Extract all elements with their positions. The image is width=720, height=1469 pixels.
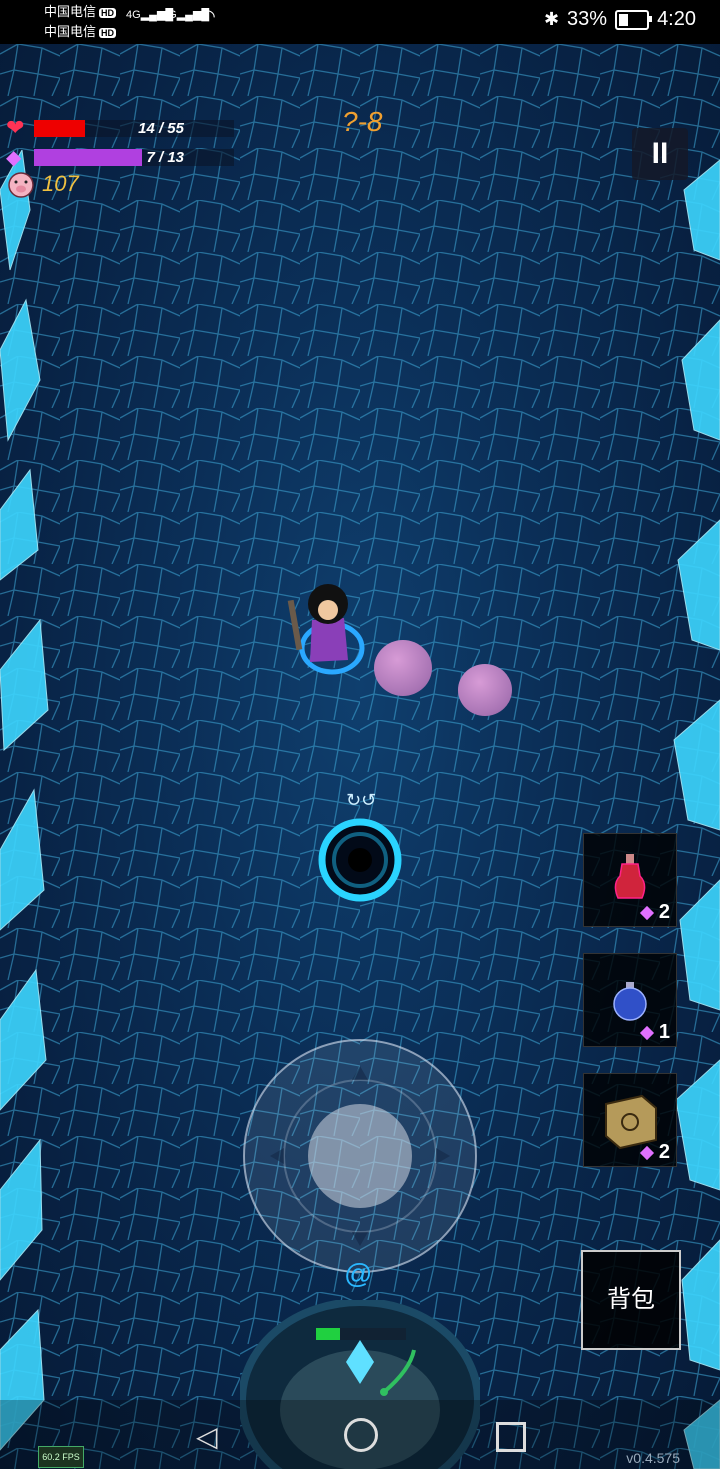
mana-bar: 7 / 13	[34, 149, 234, 166]
version-label: v0.4.575	[626, 1450, 680, 1466]
skill-cooldown-bar	[316, 1328, 340, 1340]
gold-count: 107	[42, 171, 79, 196]
android-navbar: ◁	[0, 1400, 720, 1469]
mana-row: ◆ 7 / 13	[6, 145, 234, 170]
pause-button[interactable]: II	[632, 128, 688, 180]
carrier-label-1: 中国电信 HD	[44, 4, 117, 19]
backpack-button[interactable]: 背包	[581, 1250, 681, 1350]
hp-bar: 14 / 55	[34, 119, 234, 137]
item-slot-rune-cube[interactable]: 2	[583, 1073, 677, 1167]
back-icon[interactable]: ◁	[196, 1420, 218, 1453]
carrier-label-2: 中国电信 HD	[44, 24, 117, 39]
wifi-icon: ◠	[200, 6, 216, 26]
fps-counter: 60.2 FPS	[38, 1446, 84, 1468]
battery-percent: 33%	[567, 8, 608, 30]
status-bar: 中国电信 HD 中国电信 HD 4G▂▄▆█ 4G▂▄▆█ ◠ ✱ 33% 4:20	[0, 0, 720, 44]
svg-text:↻↺: ↻↺	[346, 790, 376, 811]
pig-icon	[8, 172, 34, 198]
virtual-joystick[interactable]	[240, 1036, 480, 1276]
joystick-knob	[308, 1104, 412, 1208]
player-character	[287, 584, 365, 675]
level-indicator: ?-8	[342, 106, 383, 137]
gold-row: 107	[6, 170, 79, 198]
item-count: 1	[658, 1021, 670, 1043]
item-count: 2	[658, 1141, 670, 1163]
item-slot-red-potion[interactable]: 2	[583, 833, 677, 927]
clock: 4:20	[657, 8, 696, 30]
home-icon[interactable]	[344, 1418, 378, 1452]
recents-icon[interactable]	[496, 1422, 526, 1452]
dash-swirl-icon[interactable]: @	[344, 1258, 372, 1290]
hp-row: ❤ 14 / 55	[6, 115, 234, 141]
item-slot-blue-potion[interactable]: 1	[583, 953, 677, 1047]
heart-icon: ❤	[6, 115, 25, 140]
portal[interactable]: ↻↺	[300, 780, 420, 920]
bluetooth-icon: ✱	[543, 9, 560, 29]
mana-text: 7 / 13	[146, 149, 184, 166]
crystal-wall-left	[0, 150, 49, 1451]
hp-text: 14 / 55	[138, 119, 184, 137]
enemy-slime[interactable]	[374, 640, 432, 696]
battery-icon	[615, 9, 653, 30]
item-count: 2	[658, 901, 670, 923]
enemy-slime[interactable]	[458, 664, 512, 716]
mana-gem-icon: ◆	[6, 147, 22, 169]
